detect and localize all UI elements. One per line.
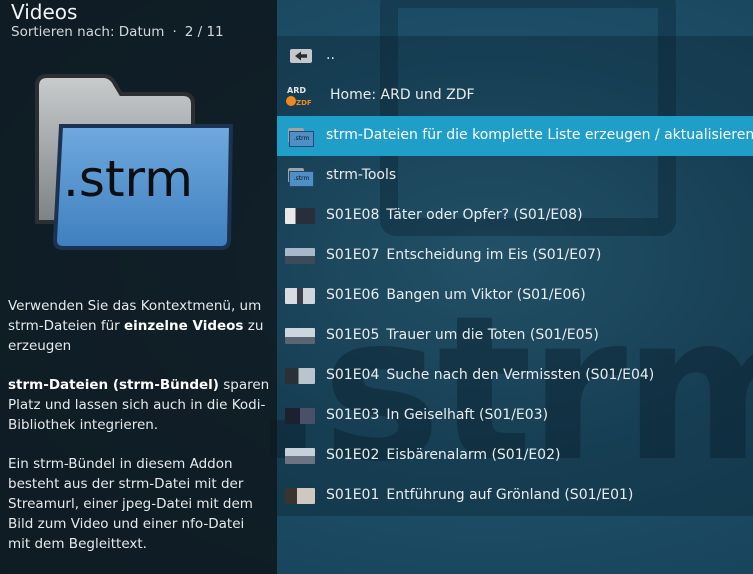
description-paragraph-1: Verwenden Sie das Kontextmenü, um strm-D… — [8, 298, 264, 354]
episode-thumbnail — [285, 285, 315, 307]
thumbnail-label: .strm — [63, 150, 193, 208]
episode-thumbnail — [285, 445, 315, 467]
episode-code: S01E06 — [326, 287, 380, 303]
ard-zdf-logo-icon: ARD ZDF — [285, 85, 315, 107]
episode-thumbnail — [285, 205, 315, 227]
list-item-episode[interactable]: S01E01 Entführung auf Grönland (S01/E01) — [277, 476, 753, 516]
svg-text:ARD: ARD — [287, 86, 306, 95]
page-title: Videos — [11, 0, 78, 24]
strm-folder-icon: .strm — [285, 165, 315, 187]
svg-text:ZDF: ZDF — [296, 99, 312, 107]
strm-folder-thumbnail: .strm — [35, 74, 234, 250]
list-item-label: Home: ARD und ZDF — [330, 87, 475, 103]
description-paragraph-2: strm-Dateien (strm-Bündel) sparen Platz … — [8, 377, 270, 433]
file-list: .. ARD ZDF Home: ARD und ZDF .strm strm-… — [277, 36, 753, 516]
list-item-label: strm-Tools — [326, 167, 397, 183]
episode-code: S01E04 — [326, 367, 380, 383]
episode-code: S01E05 — [326, 327, 380, 343]
sort-info: Sortieren nach: Datum · 2 / 11 — [11, 24, 224, 40]
list-item-episode[interactable]: S01E05 Trauer um die Toten (S01/E05) — [277, 316, 753, 356]
list-item-episode[interactable]: S01E03 In Geiselhaft (S01/E03) — [277, 396, 753, 436]
list-item-label: .. — [326, 47, 335, 63]
list-item-episode[interactable]: S01E07 Entscheidung im Eis (S01/E07) — [277, 236, 753, 276]
episode-thumbnail — [285, 365, 315, 387]
episode-title: Suche nach den Vermissten (S01/E04) — [386, 367, 655, 383]
episode-title: Bangen um Viktor (S01/E06) — [386, 287, 586, 303]
list-item-home[interactable]: ARD ZDF Home: ARD und ZDF — [277, 76, 753, 116]
episode-code: S01E03 — [326, 407, 380, 423]
episode-code: S01E01 — [326, 487, 380, 503]
episode-code: S01E07 — [326, 247, 380, 263]
item-position: 2 / 11 — [184, 24, 224, 40]
strm-folder-icon: .strm — [285, 125, 315, 147]
list-item-episode[interactable]: S01E06 Bangen um Viktor (S01/E06) — [277, 276, 753, 316]
separator: · — [172, 24, 177, 40]
episode-thumbnail — [285, 325, 315, 347]
list-item-label: strm-Dateien für die komplette Liste erz… — [326, 127, 753, 143]
episode-title: Entscheidung im Eis (S01/E07) — [386, 247, 602, 263]
list-item-strm-tools[interactable]: .strm strm-Tools — [277, 156, 753, 196]
list-item-episode[interactable]: S01E02 Eisbärenalarm (S01/E02) — [277, 436, 753, 476]
episode-title: Eisbärenalarm (S01/E02) — [386, 447, 561, 463]
episode-code: S01E02 — [326, 447, 380, 463]
episode-thumbnail — [285, 245, 315, 267]
list-item-episode[interactable]: S01E08 Täter oder Opfer? (S01/E08) — [277, 196, 753, 236]
list-item-episode[interactable]: S01E04 Suche nach den Vermissten (S01/E04… — [277, 356, 753, 396]
episode-thumbnail — [285, 405, 315, 427]
list-item-strm-create[interactable]: .strm strm-Dateien für die komplette Lis… — [277, 116, 753, 156]
episode-title: Entführung auf Grönland (S01/E01) — [386, 487, 634, 503]
episode-title: In Geiselhaft (S01/E03) — [386, 407, 549, 423]
sort-label: Sortieren nach: Datum — [11, 24, 165, 40]
description-paragraph-3: Ein strm-Bündel in diesem Addon besteht … — [8, 456, 253, 552]
back-arrow-icon — [290, 45, 312, 67]
episode-title: Trauer um die Toten (S01/E05) — [386, 327, 599, 343]
list-item-parent-folder[interactable]: .. — [277, 36, 753, 76]
episode-thumbnail — [285, 485, 315, 507]
description: Verwenden Sie das Kontextmenü, um strm-D… — [8, 296, 270, 573]
episode-code: S01E08 — [326, 207, 380, 223]
episode-title: Täter oder Opfer? (S01/E08) — [386, 207, 583, 223]
info-panel: Videos Sortieren nach: Datum · 2 / 11 .str… — [0, 0, 277, 574]
